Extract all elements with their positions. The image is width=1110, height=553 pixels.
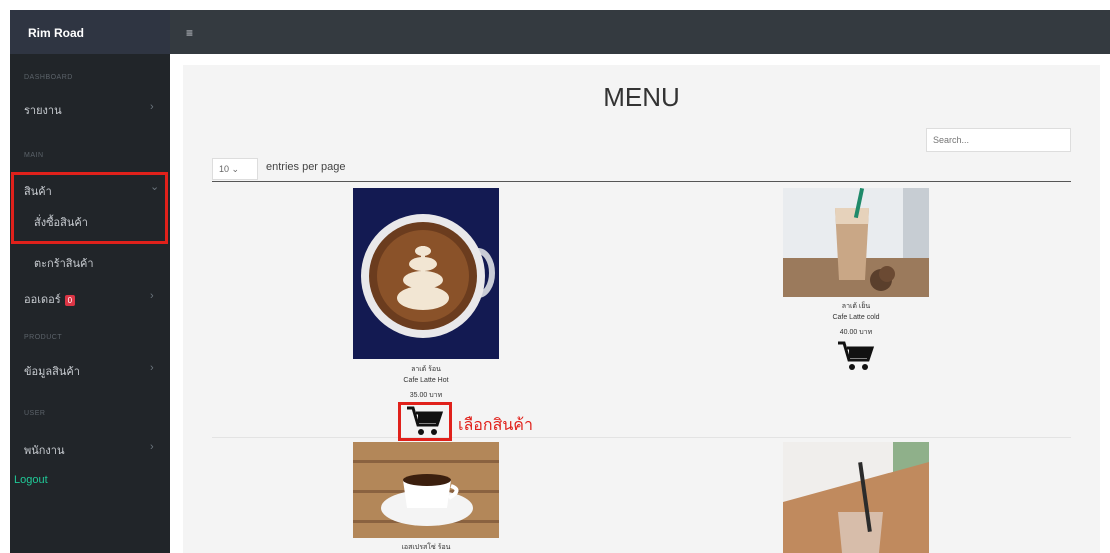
sidebar-heading-product: PRODUCT (24, 334, 63, 341)
sidebar-sub-cart[interactable]: ตะกร้าสินค้า (34, 254, 94, 272)
add-to-cart-button[interactable] (836, 340, 876, 377)
chevron-right-icon: › (150, 290, 154, 302)
entries-per-page-select[interactable]: 10 ⌄ (212, 158, 258, 180)
iced-latte-image (783, 188, 929, 297)
entries-value: 10 (219, 164, 230, 174)
product-image-latte-cold[interactable] (783, 188, 929, 297)
product-price: 40.00 บาท (839, 329, 873, 336)
brand-name[interactable]: Rim Road (28, 26, 84, 40)
product-name: ลาเต้ ร้อน (411, 366, 441, 373)
sidebar-heading-user: USER (24, 410, 46, 417)
product-name: เอสเปรสโซ่ ร้อน (401, 544, 451, 551)
product-image-latte-hot[interactable] (353, 188, 499, 359)
espresso-image (353, 442, 499, 538)
product-description: Cafe Latte cold (832, 314, 880, 321)
chevron-right-icon: › (150, 101, 154, 113)
orders-count-badge: 0 (64, 294, 76, 306)
row-divider (212, 437, 1071, 438)
sidebar-item-employee[interactable]: พนักงาน (24, 441, 65, 459)
product-image-espresso[interactable] (353, 442, 499, 538)
product-description: Cafe Latte Hot (403, 377, 449, 384)
cart-icon (838, 341, 875, 370)
sidebar-item-orders[interactable]: ออเดอร์ 0 (24, 290, 76, 308)
chevron-right-icon: › (150, 441, 154, 453)
page-title: MENU (603, 82, 680, 112)
sidebar-heading-main: MAIN (24, 152, 44, 159)
sidebar-item-product-data[interactable]: ข้อมูลสินค้า (24, 362, 80, 380)
product-name: ลาเต้ เย็น (841, 303, 871, 310)
iced-drink-image (783, 442, 929, 553)
divider (212, 181, 1071, 182)
sidebar-item-report[interactable]: รายงาน (24, 101, 62, 119)
logout-link[interactable]: Logout (14, 474, 48, 486)
highlight-box-cart (398, 402, 452, 441)
sidebar-heading-dashboard: DASHBOARD (24, 74, 73, 81)
product-image-iced-drink[interactable] (783, 442, 929, 553)
sidebar-item-orders-label: ออเดอร์ (24, 294, 61, 306)
annotation-select-product: เลือกสินค้า (458, 417, 533, 434)
entries-label: entries per page (266, 161, 346, 173)
hamburger-menu-icon[interactable]: ≡ (186, 26, 193, 40)
top-navbar (170, 10, 1110, 54)
chevron-right-icon: › (150, 362, 154, 374)
latte-art-image (353, 188, 499, 359)
highlight-box-order-menu (11, 172, 168, 244)
search-input[interactable] (926, 128, 1071, 152)
product-price: 35.00 บาท (409, 392, 443, 399)
